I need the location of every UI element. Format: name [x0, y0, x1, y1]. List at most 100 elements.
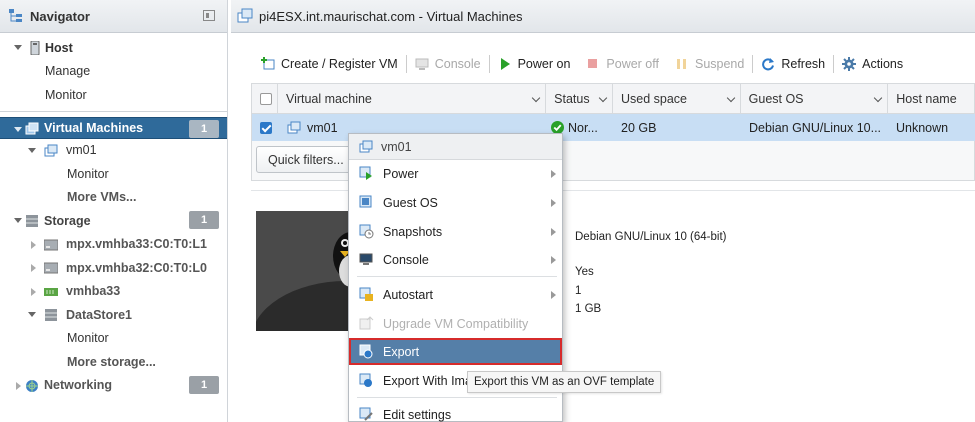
suspend-button[interactable]: Suspend [667, 57, 752, 71]
expand-caret-icon[interactable] [14, 218, 22, 223]
context-menu-title: vm01 [381, 139, 412, 154]
menu-item-power[interactable]: Power [349, 160, 562, 187]
menu-divider [357, 276, 557, 277]
export-tooltip: Export this VM as an OVF template [467, 371, 662, 393]
refresh-icon [762, 58, 775, 71]
nav-item-networking[interactable]: Networking 1 [0, 374, 227, 398]
used-space-cell: 20 GB [613, 121, 741, 135]
detail-value-3: 1 GB [575, 303, 602, 315]
menu-item-label: Export With Images [383, 373, 469, 388]
column-header-guest-os[interactable]: Guest OS [741, 84, 889, 113]
guest-os: Debian GNU/Linux 10... [749, 120, 882, 135]
menu-item-export[interactable]: Export [349, 338, 562, 365]
menu-item-export-with-images[interactable]: Export With Images [349, 367, 469, 394]
nav-item-label: mpx.vmhba33:C0:T0:L1 [66, 237, 208, 252]
expand-caret-icon[interactable] [28, 312, 36, 317]
expand-caret-icon[interactable] [14, 45, 22, 50]
menu-item-upgrade-compatibility[interactable]: Upgrade VM Compatibility [349, 310, 562, 337]
column-header-status[interactable]: Status [546, 84, 613, 113]
nav-item-label: More storage... [67, 354, 156, 369]
nav-item-label: Monitor [45, 87, 87, 102]
navigator-panel: Navigator Host Manage Monitor Virtual Ma… [0, 0, 228, 422]
menu-item-guest-os[interactable]: Guest OS [349, 189, 562, 216]
nav-item-label: Virtual Machines [44, 120, 144, 135]
select-all-checkbox[interactable] [260, 92, 272, 105]
storage-icon [26, 215, 38, 227]
stop-icon [588, 59, 598, 68]
create-register-vm-button[interactable]: Create / Register VM [253, 57, 406, 71]
autostart-icon [359, 287, 373, 301]
column-label: Status [554, 91, 590, 106]
console-button[interactable]: Console [407, 57, 489, 71]
menu-item-label: Power [383, 166, 419, 181]
used-space: 20 GB [621, 120, 657, 135]
vm-toolbar: Create / Register VM Console Power on Po… [253, 53, 911, 75]
menu-item-edit-settings[interactable]: Edit settings [349, 401, 562, 422]
nav-item-label: Networking [44, 378, 113, 393]
host-name: Unknown [896, 120, 949, 135]
datastore-icon [45, 309, 57, 321]
expand-caret-icon[interactable] [31, 287, 36, 296]
nav-item-host[interactable]: Host [0, 36, 227, 60]
column-header-virtual-machine[interactable]: Virtual machine [278, 84, 547, 113]
nav-item-label: Monitor [67, 331, 109, 346]
menu-item-label: Edit settings [383, 407, 452, 422]
expand-caret-icon[interactable] [31, 240, 36, 249]
table-header: Virtual machine Status Used space Guest … [251, 83, 975, 114]
nav-item-virtual-machines[interactable]: Virtual Machines 1 [0, 116, 227, 139]
column-label: Host name [896, 91, 957, 106]
nav-item-datastore-monitor[interactable]: Monitor [0, 327, 227, 351]
detail-guest-os: Debian GNU/Linux 10 (64-bit) [575, 231, 727, 243]
menu-item-console[interactable]: Console [349, 246, 562, 273]
nav-item-label: Monitor [67, 166, 109, 181]
expand-caret-icon[interactable] [28, 147, 36, 153]
nav-item-manage[interactable]: Manage [0, 60, 227, 84]
collapse-navigator-icon[interactable] [203, 10, 215, 21]
export-icon [359, 344, 373, 359]
expand-caret-icon[interactable] [31, 264, 36, 272]
chevron-down-icon[interactable] [531, 93, 541, 103]
nav-item-more-storage[interactable]: More storage... [0, 350, 227, 374]
nav-item-disk-l1[interactable]: mpx.vmhba33:C0:T0:L1 [0, 233, 227, 257]
chevron-down-icon[interactable] [873, 93, 883, 103]
column-header-used-space[interactable]: Used space [613, 84, 741, 113]
nav-item-storage[interactable]: Storage 1 [0, 209, 227, 233]
row-checkbox[interactable] [260, 121, 272, 134]
power-on-button[interactable]: Power on [490, 57, 579, 71]
menu-item-label: Guest OS [383, 195, 438, 210]
actions-button[interactable]: Actions [834, 57, 911, 71]
virtual-machines-icon [25, 122, 39, 134]
nav-item-vmhba33[interactable]: vmhba33 [0, 280, 227, 304]
nav-item-host-monitor[interactable]: Monitor [0, 83, 227, 107]
chevron-down-icon[interactable] [598, 93, 608, 103]
menu-divider [357, 397, 557, 398]
adapter-icon [44, 287, 58, 296]
power-off-button[interactable]: Power off [578, 57, 667, 71]
menu-item-snapshots[interactable]: Snapshots [349, 218, 562, 245]
nav-item-more-vms[interactable]: More VMs... [0, 186, 227, 210]
nav-item-vm01-monitor[interactable]: Monitor [0, 162, 227, 186]
upgrade-icon [359, 316, 374, 330]
menu-item-label: Export [383, 344, 420, 359]
expand-caret-icon[interactable] [16, 381, 21, 390]
detail-value-1: Yes [575, 266, 594, 278]
detail-value-2: 1 [575, 285, 582, 297]
refresh-button[interactable]: Refresh [753, 57, 833, 71]
guest-os-cell: Debian GNU/Linux 10... [741, 121, 889, 135]
nav-item-vm01[interactable]: vm01 [0, 139, 227, 163]
vm-name: vm01 [307, 120, 338, 135]
nav-item-disk-l0[interactable]: mpx.vmhba32:C0:T0:L0 [0, 256, 227, 280]
menu-item-autostart[interactable]: Autostart [349, 281, 562, 308]
nav-item-datastore1[interactable]: DataStore1 [0, 303, 227, 327]
button-label: Refresh [781, 57, 826, 71]
nav-item-label: vmhba33 [66, 284, 121, 299]
expand-caret-icon[interactable] [14, 126, 22, 132]
submenu-arrow-icon [551, 228, 556, 236]
chevron-down-icon[interactable] [726, 93, 735, 103]
nav-item-label: vm01 [66, 143, 97, 158]
edit-settings-icon [359, 407, 373, 421]
vm-console-thumbnail[interactable] [256, 211, 351, 331]
host-icon [30, 41, 40, 55]
column-header-host-name[interactable]: Host name [888, 84, 974, 113]
submenu-arrow-icon [551, 199, 556, 207]
